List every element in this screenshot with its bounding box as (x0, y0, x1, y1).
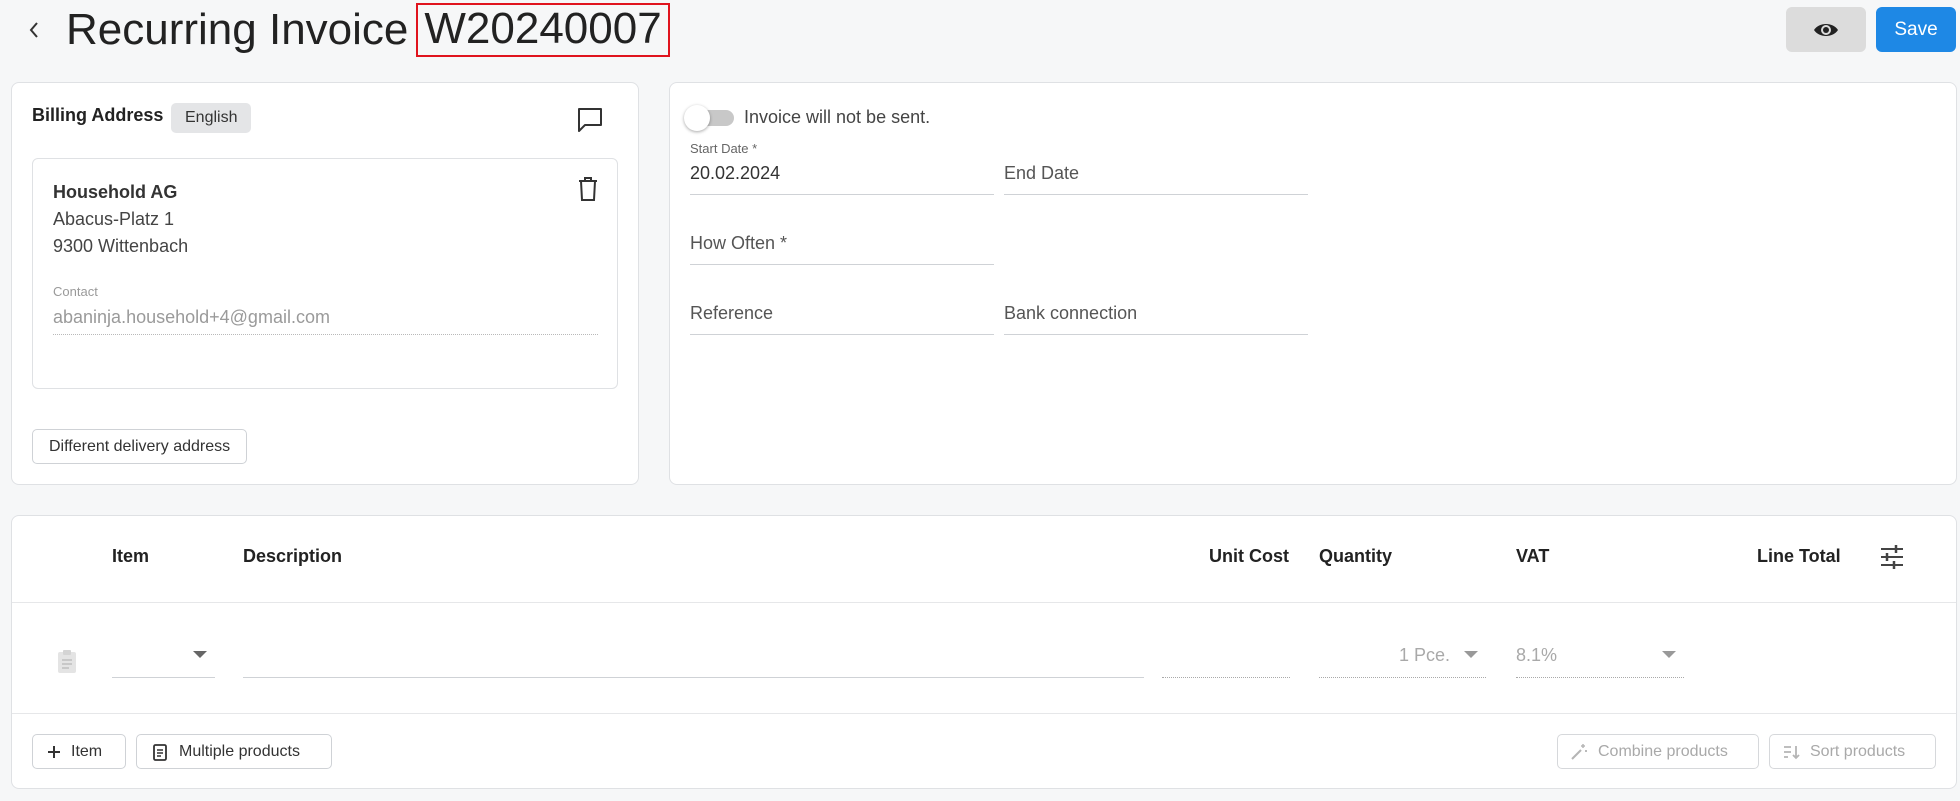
caret-down-icon (193, 651, 207, 658)
document-number: W20240007 (416, 3, 670, 57)
bank-connection-field[interactable]: Bank connection (1004, 281, 1308, 335)
column-header-vat: VAT (1516, 546, 1550, 566)
how-often-field[interactable]: How Often * (690, 211, 994, 265)
page-title-text: Recurring Invoice (66, 5, 409, 54)
contact-select[interactable]: abaninja.household+4@gmail.com (53, 307, 598, 335)
combine-products-button[interactable]: Combine products (1557, 734, 1759, 769)
comment-icon[interactable] (575, 105, 605, 135)
end-date-placeholder: End Date (1004, 163, 1080, 183)
sort-products-label: Sort products (1810, 743, 1906, 760)
address-street: Abacus-Platz 1 (53, 209, 175, 229)
sort-icon (1784, 745, 1800, 759)
column-header-unit-cost: Unit Cost (1209, 546, 1289, 566)
quantity-select[interactable]: 1 Pce. (1319, 633, 1486, 678)
start-date-field[interactable]: Start Date * 20.02.2024 (690, 141, 994, 195)
combine-products-label: Combine products (1598, 743, 1728, 760)
vat-value: 8.1% (1516, 645, 1558, 665)
plus-icon (48, 745, 60, 758)
send-invoice-label: Invoice will not be sent. (744, 107, 931, 127)
preview-button[interactable] (1786, 7, 1866, 52)
magic-wand-icon (1571, 743, 1587, 760)
billing-address-card: Billing Address English Household AG Aba… (11, 82, 639, 485)
vat-select[interactable]: 8.1% (1516, 633, 1684, 678)
sort-products-button[interactable]: Sort products (1769, 734, 1936, 769)
reference-field[interactable]: Reference (690, 281, 994, 335)
footer-divider (12, 713, 1956, 714)
add-item-button[interactable]: Item (32, 734, 126, 769)
bank-connection-placeholder: Bank connection (1004, 303, 1138, 323)
save-button[interactable]: Save (1876, 7, 1956, 52)
back-button[interactable] (20, 12, 48, 48)
column-header-item: Item (112, 546, 150, 566)
start-date-value: 20.02.2024 (690, 163, 781, 183)
page-title: Recurring Invoice W20240007 (66, 2, 670, 58)
reference-placeholder: Reference (690, 303, 774, 323)
end-date-field[interactable]: End Date (1004, 141, 1308, 195)
trash-icon[interactable] (575, 175, 601, 203)
caret-down-icon (1662, 651, 1676, 658)
eye-icon (1814, 23, 1838, 36)
address-box: Household AG Abacus-Platz 1 9300 Wittenb… (32, 158, 618, 389)
unit-cost-input[interactable] (1162, 633, 1290, 678)
caret-down-icon (1464, 651, 1478, 658)
invoice-settings-card: Invoice will not be sent. Start Date * 2… (669, 82, 1957, 485)
different-delivery-address-button[interactable]: Different delivery address (32, 429, 248, 464)
how-often-placeholder: How Often * (690, 233, 788, 253)
column-header-line-total: Line Total (1757, 546, 1841, 566)
add-item-label: Item (71, 743, 103, 760)
multiple-products-label: Multiple products (179, 743, 300, 760)
start-date-label: Start Date * (690, 141, 758, 156)
address-city: 9300 Wittenbach (53, 236, 189, 256)
description-input[interactable] (243, 633, 1144, 678)
clipboard-list-icon (153, 743, 167, 761)
quantity-value: 1 Pce. (1398, 645, 1450, 665)
column-settings-icon[interactable] (1877, 542, 1907, 572)
item-select[interactable] (112, 633, 215, 678)
address-name: Household AG (53, 182, 178, 202)
chevron-left-icon (29, 22, 38, 38)
clipboard-icon[interactable] (53, 647, 81, 675)
column-header-description: Description (243, 546, 343, 566)
billing-address-title: Billing Address (32, 105, 164, 125)
header-divider (12, 602, 1956, 603)
contact-label: Contact (53, 284, 98, 299)
send-invoice-toggle[interactable] (684, 103, 736, 131)
line-items-card: Item Description Unit Cost Quantity VAT … (11, 515, 1957, 789)
multiple-products-button[interactable]: Multiple products (136, 734, 332, 769)
column-header-quantity: Quantity (1319, 546, 1393, 566)
language-badge[interactable]: English (171, 103, 252, 133)
